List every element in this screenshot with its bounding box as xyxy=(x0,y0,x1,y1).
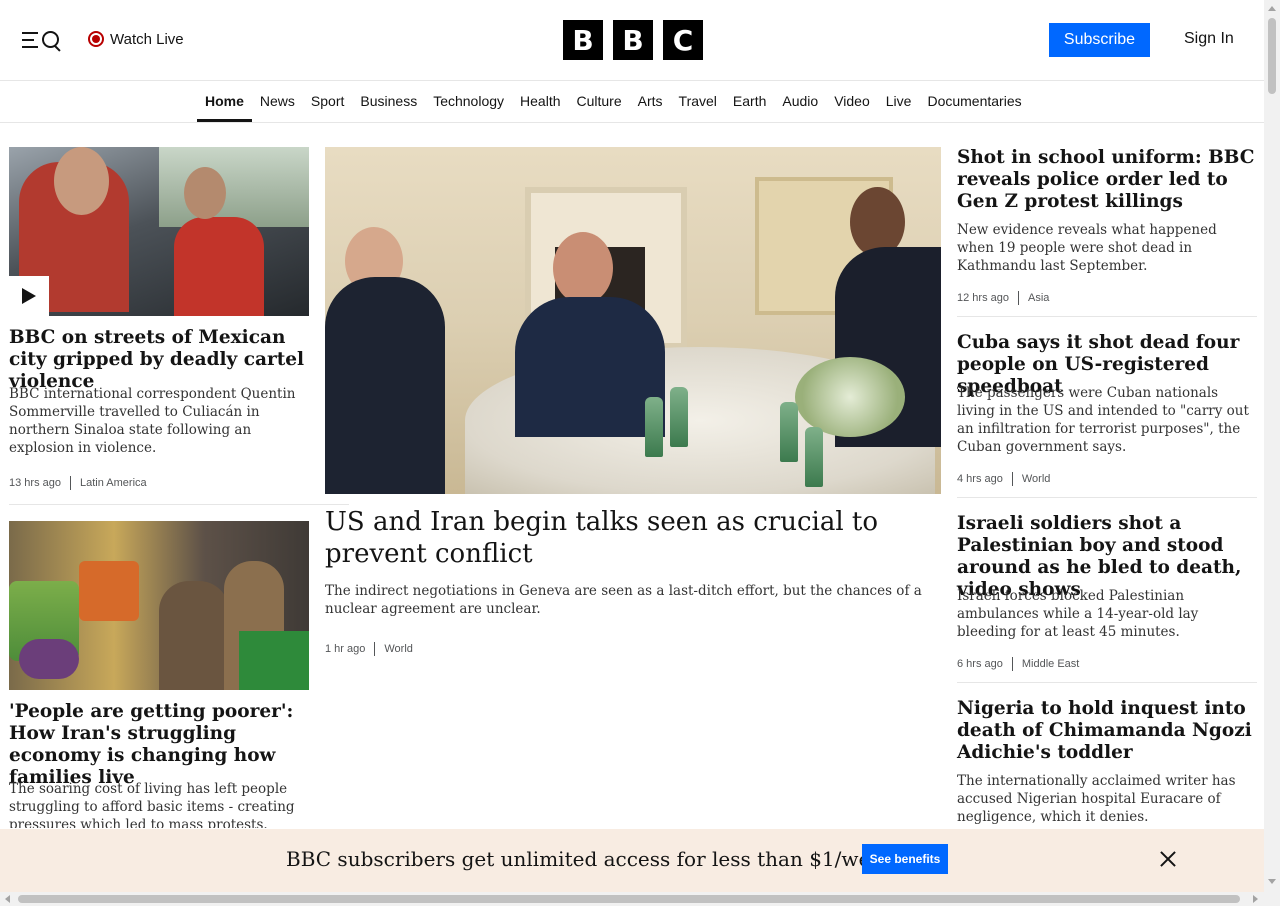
scroll-down-icon[interactable] xyxy=(1268,879,1276,884)
story-summary: New evidence reveals what happened when … xyxy=(957,222,1217,274)
story-time: 6 hrs ago xyxy=(957,658,1003,670)
meta-divider xyxy=(1011,657,1013,671)
nav-item-health[interactable]: Health xyxy=(512,81,568,122)
watch-live-label: Watch Live xyxy=(110,30,184,48)
scroll-up-icon[interactable] xyxy=(1268,6,1276,11)
story-meta: 13 hrs ago Latin America xyxy=(9,476,147,490)
subscribe-button[interactable]: Subscribe xyxy=(1049,23,1150,57)
main-meta: 1 hr ago World xyxy=(325,642,413,656)
divider xyxy=(957,682,1257,683)
story-tag[interactable]: Latin America xyxy=(80,477,147,489)
bbc-logo[interactable]: B B C xyxy=(563,20,703,60)
nav-item-travel[interactable]: Travel xyxy=(671,81,725,122)
story-headline[interactable]: Shot in school uniform: BBC reveals poli… xyxy=(957,147,1257,213)
logo-letter: B xyxy=(563,20,603,60)
story-tag[interactable]: World xyxy=(1022,473,1051,485)
menu-search-icon[interactable] xyxy=(22,28,62,52)
vertical-scrollbar[interactable] xyxy=(1264,0,1280,892)
main-story-image[interactable] xyxy=(325,147,941,494)
nav-item-documentaries[interactable]: Documentaries xyxy=(919,81,1029,122)
story-summary: BBC international correspondent Quentin … xyxy=(9,386,296,456)
story-time: 13 hrs ago xyxy=(9,477,61,489)
story-tag[interactable]: World xyxy=(384,643,413,655)
logo-letter: B xyxy=(613,20,653,60)
subscription-banner: BBC subscribers get unlimited access for… xyxy=(0,829,1264,892)
main-summary: The indirect negotiations in Geneva are … xyxy=(325,583,922,617)
play-icon[interactable] xyxy=(9,276,49,316)
scroll-thumb[interactable] xyxy=(1268,18,1276,94)
divider xyxy=(957,497,1257,498)
story-summary: The passengers were Cuban nationals livi… xyxy=(957,385,1249,455)
story-summary: The internationally acclaimed writer has… xyxy=(957,773,1236,825)
see-benefits-button[interactable]: See benefits xyxy=(862,844,948,874)
scroll-left-icon[interactable] xyxy=(5,895,10,903)
site-header: Watch Live B B C Subscribe Sign In xyxy=(0,0,1264,81)
horizontal-scrollbar[interactable] xyxy=(0,892,1280,906)
nav-item-news[interactable]: News xyxy=(252,81,303,122)
live-indicator-icon xyxy=(88,31,104,47)
story-summary: The soaring cost of living has left peop… xyxy=(9,781,295,828)
iran-market-image[interactable] xyxy=(9,521,309,690)
meta-divider xyxy=(1017,291,1019,305)
watch-live-link[interactable]: Watch Live xyxy=(88,28,184,50)
story-time: 4 hrs ago xyxy=(957,473,1003,485)
meta-divider xyxy=(69,476,71,490)
story-headline[interactable]: Nigeria to hold inquest into death of Ch… xyxy=(957,698,1257,764)
nav-item-earth[interactable]: Earth xyxy=(725,81,774,122)
story-meta: 12 hrs ago Asia xyxy=(957,291,1049,305)
story-headline[interactable]: BBC on streets of Mexican city gripped b… xyxy=(9,327,309,393)
nav-item-live[interactable]: Live xyxy=(878,81,920,122)
story-meta: 4 hrs ago World xyxy=(957,472,1050,486)
nav-item-home[interactable]: Home xyxy=(197,81,252,122)
close-icon[interactable] xyxy=(1158,849,1178,869)
nav-item-audio[interactable]: Audio xyxy=(774,81,826,122)
story-tag[interactable]: Middle East xyxy=(1022,658,1079,670)
nav-item-technology[interactable]: Technology xyxy=(425,81,512,122)
main-headline[interactable]: US and Iran begin talks seen as crucial … xyxy=(325,506,941,570)
nav-item-video[interactable]: Video xyxy=(826,81,878,122)
sign-in-link[interactable]: Sign In xyxy=(1184,30,1234,48)
story-headline[interactable]: 'People are getting poorer': How Iran's … xyxy=(9,701,309,789)
nav-item-arts[interactable]: Arts xyxy=(630,81,671,122)
nav-item-business[interactable]: Business xyxy=(352,81,425,122)
banner-text: BBC subscribers get unlimited access for… xyxy=(286,847,895,871)
mexico-story-image[interactable] xyxy=(9,147,309,316)
divider xyxy=(9,504,349,505)
divider xyxy=(957,316,1257,317)
nav-item-culture[interactable]: Culture xyxy=(569,81,630,122)
story-time: 1 hr ago xyxy=(325,643,366,655)
meta-divider xyxy=(1011,472,1013,486)
main-nav: Home News Sport Business Technology Heal… xyxy=(0,81,1264,123)
story-time: 12 hrs ago xyxy=(957,292,1009,304)
logo-letter: C xyxy=(663,20,703,60)
story-summary: Israeli forces blocked Palestinian ambul… xyxy=(957,588,1199,640)
nav-item-sport[interactable]: Sport xyxy=(303,81,352,122)
meta-divider xyxy=(374,642,376,656)
scroll-thumb[interactable] xyxy=(18,895,1240,903)
scroll-right-icon[interactable] xyxy=(1253,895,1258,903)
story-tag[interactable]: Asia xyxy=(1028,292,1049,304)
story-meta: 6 hrs ago Middle East xyxy=(957,657,1079,671)
